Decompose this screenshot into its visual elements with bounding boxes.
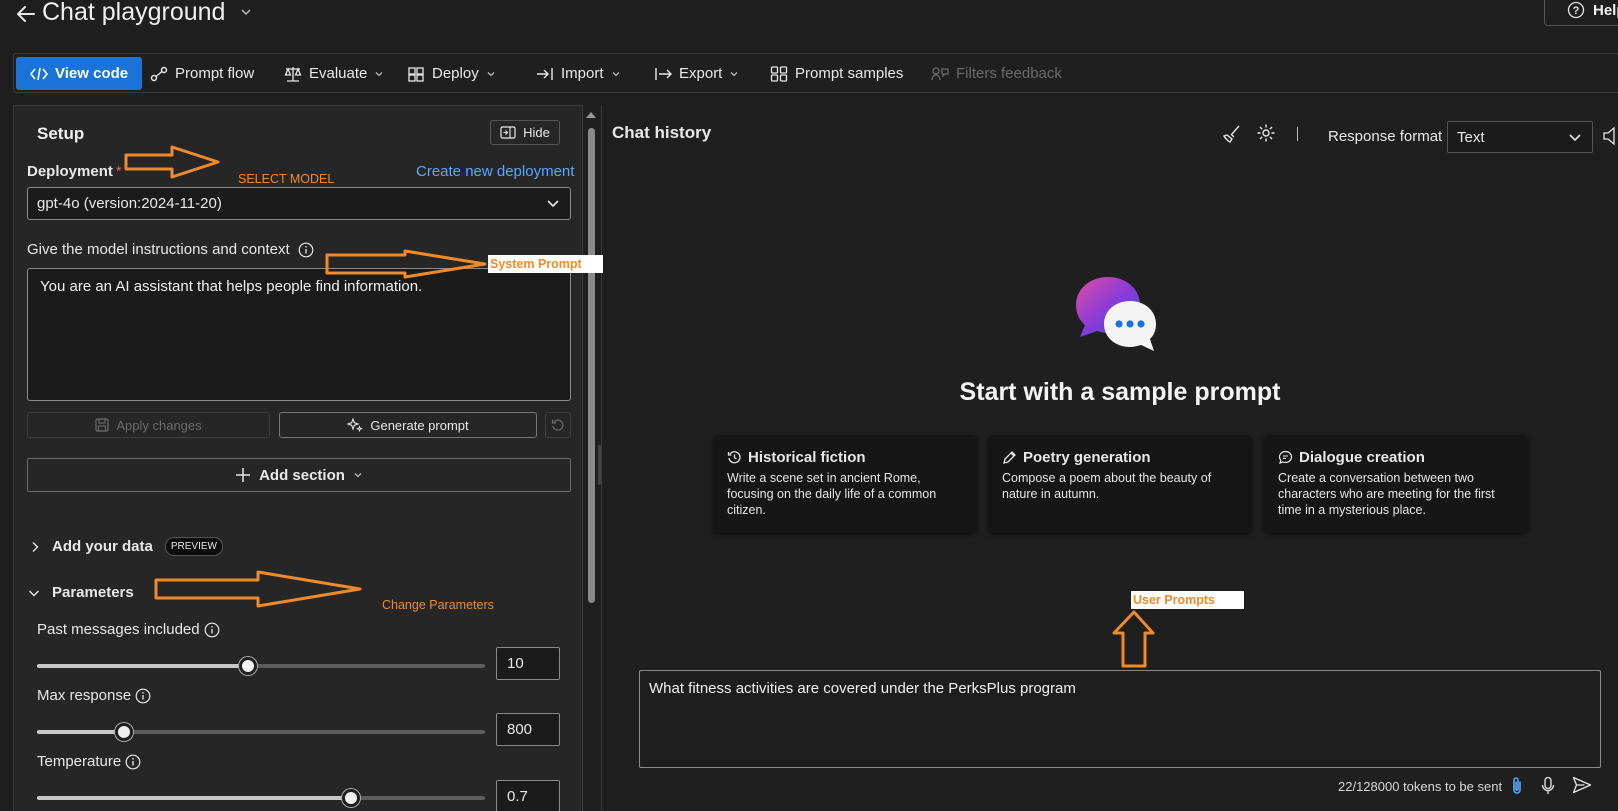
user-prompts-arrow (1112, 610, 1155, 668)
system-prompt-arrow (325, 249, 487, 279)
annotation-arrows (124, 145, 1155, 668)
select-model-arrow (124, 145, 220, 179)
system-prompt-annotation: System Prompt (488, 255, 603, 273)
change-parameters-arrow (154, 570, 362, 608)
user-prompts-annotation: User Prompts (1131, 591, 1244, 609)
change-parameters-annotation: Change Parameters (382, 598, 494, 612)
select-model-annotation: SELECT MODEL (238, 172, 335, 186)
